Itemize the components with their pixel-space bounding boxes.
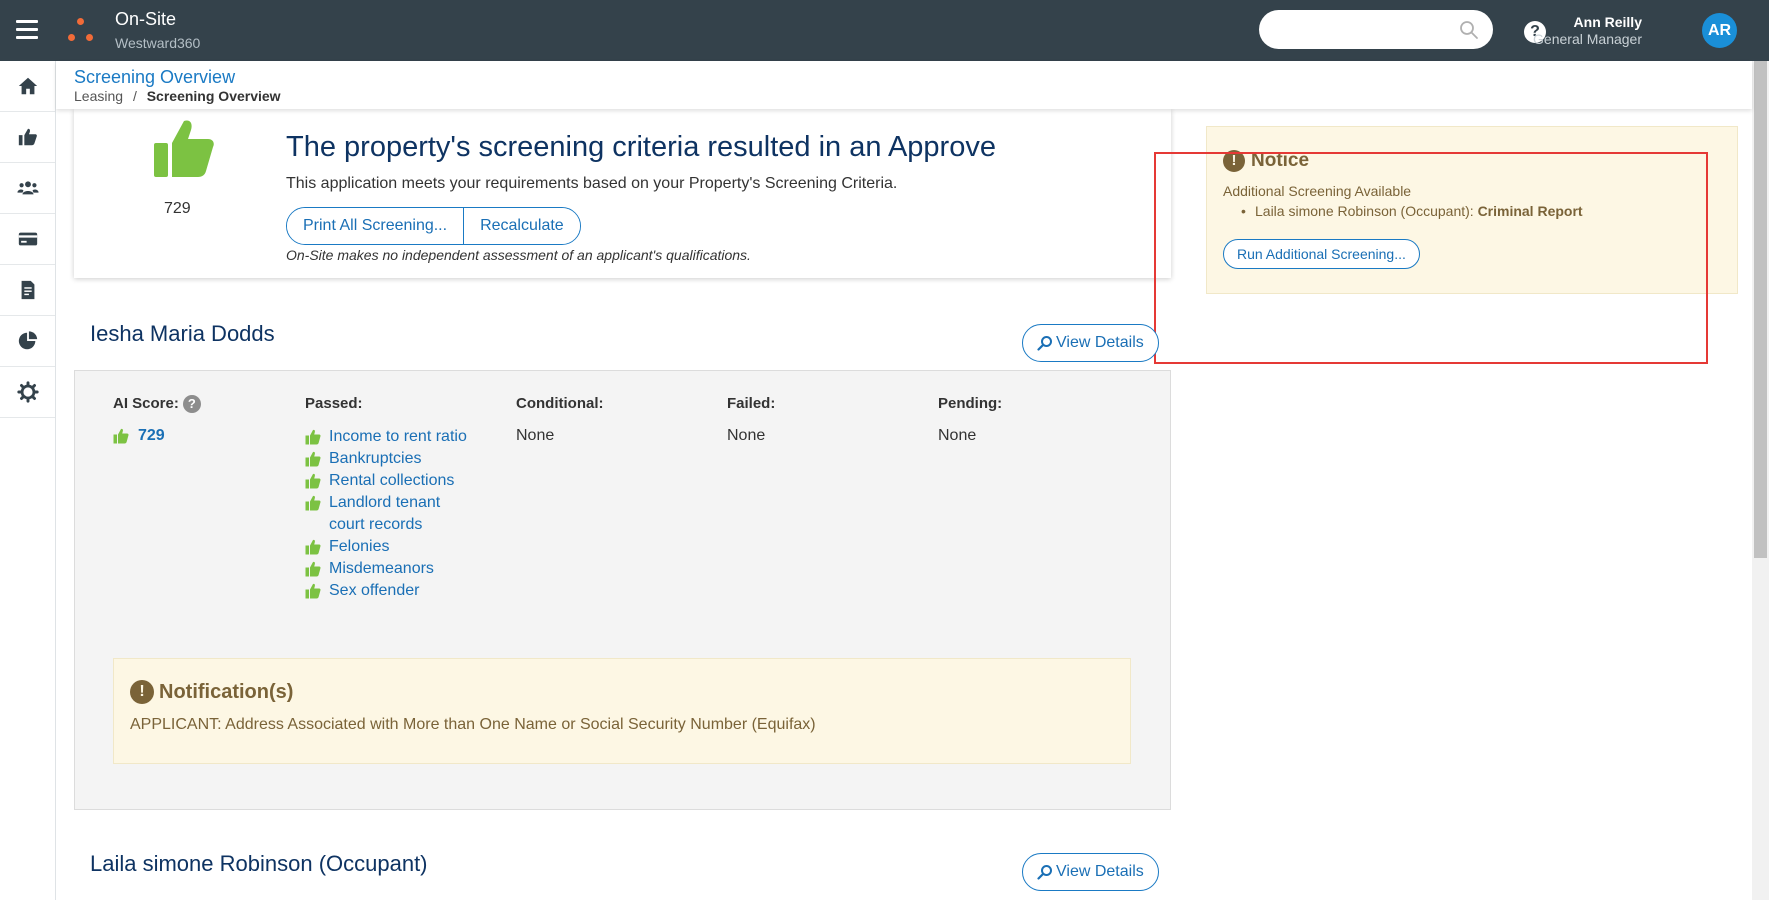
- app-title: On-Site: [115, 9, 177, 29]
- thumbs-up-icon: [305, 539, 321, 555]
- notice-title: Notice: [1251, 150, 1310, 171]
- print-all-screening-button[interactable]: Print All Screening...: [287, 208, 464, 244]
- breadcrumb-leasing[interactable]: Leasing: [74, 88, 123, 104]
- notice-person: Laila simone Robinson (Occupant):: [1255, 203, 1474, 219]
- search-input[interactable]: [1259, 10, 1493, 49]
- page-title: Screening Overview: [74, 67, 236, 87]
- notice-heading: ! Notice: [1223, 150, 1309, 172]
- occupant-name: Laila simone Robinson (Occupant): [90, 851, 428, 876]
- nav-home[interactable]: [0, 61, 55, 112]
- decision-score: 729: [164, 200, 191, 217]
- top-bar: On-Site Westward360 ? Ann Reilly General…: [0, 0, 1769, 61]
- ai-score[interactable]: 729: [113, 427, 165, 445]
- notification-panel: ! Notification(s) APPLICANT: Address Ass…: [113, 658, 1131, 764]
- occupant-view-details-button[interactable]: View Details: [1022, 853, 1159, 891]
- pie-chart-icon: [18, 331, 37, 350]
- view-details-label: View Details: [1056, 863, 1144, 880]
- exclamation-icon: !: [130, 680, 154, 704]
- nav-settings[interactable]: [0, 367, 55, 418]
- search-icon: [1037, 865, 1052, 880]
- search-icon[interactable]: [1459, 20, 1479, 40]
- passed-item[interactable]: Misdemeanors: [305, 558, 480, 580]
- property-name: Westward360: [115, 35, 201, 51]
- passed-item[interactable]: Felonies: [305, 536, 480, 558]
- nav-payments[interactable]: [0, 214, 55, 265]
- left-nav-rail: [0, 61, 56, 900]
- nav-screening[interactable]: [0, 112, 55, 163]
- scrollbar-thumb[interactable]: [1754, 61, 1767, 558]
- home-icon: [18, 77, 37, 95]
- failed-header: Failed:: [727, 395, 776, 412]
- disclaimer: On-Site makes no independent assessment …: [286, 247, 751, 263]
- decision-actions: Print All Screening... Recalculate: [286, 207, 581, 245]
- nav-reports[interactable]: [0, 265, 55, 316]
- passed-header: Passed:: [305, 395, 363, 412]
- notice-subtitle: Additional Screening Available: [1223, 183, 1412, 199]
- gear-icon: [16, 381, 39, 403]
- notice-panel: ! Notice Additional Screening Available …: [1206, 126, 1738, 294]
- nav-analytics[interactable]: [0, 316, 55, 367]
- notification-text: APPLICANT: Address Associated with More …: [130, 716, 816, 733]
- view-details-button[interactable]: View Details: [1022, 324, 1159, 362]
- user-role: General Manager: [1533, 31, 1642, 47]
- onsite-logo[interactable]: [66, 16, 96, 44]
- notification-title: Notification(s): [159, 680, 294, 703]
- passed-item-label: Rental collections: [329, 472, 455, 489]
- passed-item-label: Misdemeanors: [329, 560, 434, 577]
- failed-value: None: [727, 427, 766, 444]
- nav-residents[interactable]: [0, 163, 55, 214]
- page-header: Screening Overview Leasing / Screening O…: [56, 61, 1752, 109]
- pending-value: None: [938, 427, 977, 444]
- thumbs-up-icon: [113, 428, 129, 444]
- avatar[interactable]: AR: [1702, 13, 1737, 48]
- breadcrumb: Leasing / Screening Overview: [74, 88, 281, 104]
- conditional-header: Conditional:: [516, 395, 604, 412]
- search-icon: [1037, 336, 1052, 351]
- thumbs-up-icon: [18, 128, 37, 146]
- pending-header: Pending:: [938, 395, 1003, 412]
- recalculate-button[interactable]: Recalculate: [463, 208, 580, 244]
- report-icon: [21, 280, 34, 300]
- passed-item-label: Bankruptcies: [329, 450, 422, 467]
- ai-score-value[interactable]: 729: [138, 427, 165, 445]
- thumbs-up-icon: [305, 451, 321, 467]
- ai-score-label: AI Score:: [113, 395, 179, 412]
- notification-heading: ! Notification(s): [130, 680, 293, 704]
- decision-title: The property's screening criteria result…: [286, 131, 996, 163]
- exclamation-icon: !: [1223, 150, 1245, 172]
- passed-item-label: Felonies: [329, 538, 390, 555]
- passed-item[interactable]: Bankruptcies: [305, 448, 480, 470]
- decision-description: This application meets your requirements…: [286, 175, 898, 192]
- passed-item-label: Sex offender: [329, 582, 420, 599]
- view-details-label: View Details: [1056, 334, 1144, 351]
- run-additional-screening-button[interactable]: Run Additional Screening...: [1223, 239, 1420, 269]
- users-icon: [16, 181, 39, 195]
- conditional-value: None: [516, 427, 555, 444]
- user-name[interactable]: Ann Reilly: [1574, 14, 1642, 30]
- thumbs-up-icon: [305, 561, 321, 577]
- credit-card-icon: [18, 232, 37, 246]
- thumbs-up-icon: [305, 495, 321, 511]
- passed-item[interactable]: Landlord tenant court records: [305, 492, 480, 536]
- passed-item-label: Landlord tenant court records: [329, 494, 441, 533]
- ai-score-header: AI Score:?: [113, 395, 201, 414]
- passed-item-label: Income to rent ratio: [329, 428, 467, 445]
- thumbs-up-icon: [305, 473, 321, 489]
- help-icon[interactable]: ?: [182, 395, 201, 414]
- notice-report: Criminal Report: [1477, 203, 1583, 219]
- thumbs-up-icon: [305, 429, 321, 445]
- passed-item[interactable]: Income to rent ratio: [305, 426, 480, 448]
- passed-list: Income to rent ratio Bankruptcies Rental…: [305, 426, 480, 602]
- approve-thumbs-up-icon: [154, 120, 214, 177]
- applicant-name: Iesha Maria Dodds: [90, 321, 275, 346]
- passed-item[interactable]: Sex offender: [305, 580, 480, 602]
- notice-list-item: Laila simone Robinson (Occupant): Crimin…: [1241, 203, 1583, 219]
- passed-item[interactable]: Rental collections: [305, 470, 480, 492]
- thumbs-up-icon: [305, 583, 321, 599]
- screening-decision-card: 729 The property's screening criteria re…: [74, 109, 1171, 278]
- applicant-card: AI Score:? Passed: Conditional: Failed: …: [74, 370, 1171, 810]
- hamburger-menu-icon[interactable]: [16, 20, 38, 40]
- breadcrumb-separator: /: [132, 88, 137, 104]
- breadcrumb-current: Screening Overview: [146, 88, 281, 104]
